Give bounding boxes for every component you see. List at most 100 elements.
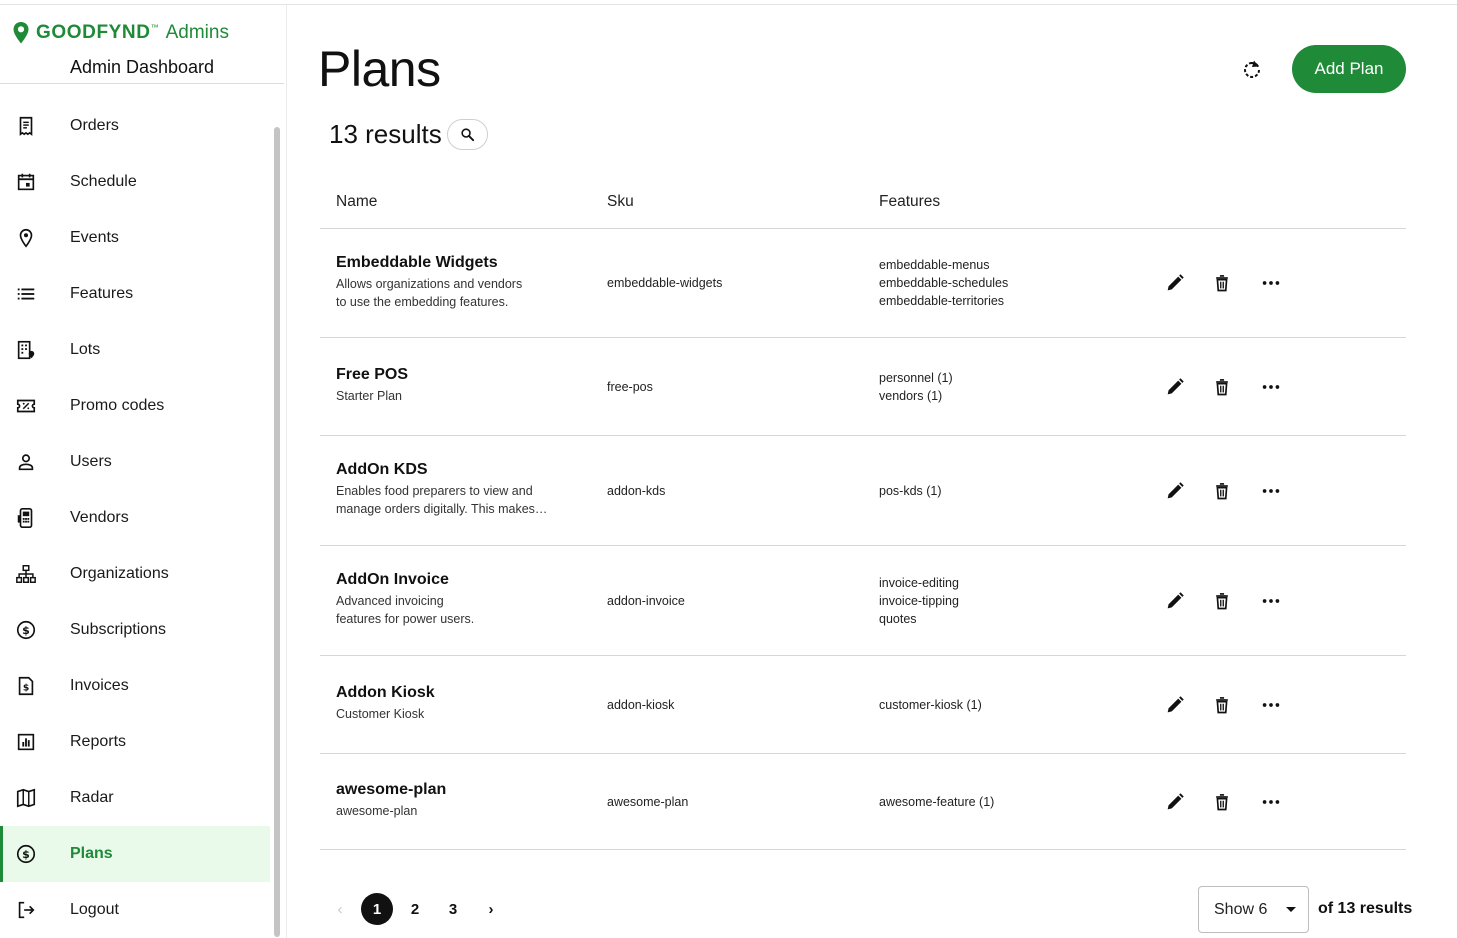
plan-feature: pos-kds (1) — [879, 484, 942, 498]
total-results-label: of 13 results — [1318, 900, 1413, 917]
sidebar-item-label: Organizations — [70, 565, 169, 582]
plan-description: Allows organizations and vendors to use t… — [336, 275, 561, 311]
results-count: 13 results — [329, 119, 442, 149]
sidebar-scrollbar[interactable] — [272, 123, 282, 938]
next-page-button[interactable]: › — [475, 893, 507, 925]
table-header: Name Sku Features — [320, 180, 1406, 229]
trash-icon[interactable] — [1210, 271, 1234, 295]
table-row[interactable]: awesome-plan awesome-plan awesome-plan awes… — [320, 754, 1406, 850]
person-icon — [15, 451, 37, 473]
page-size-select[interactable]: Show 6 — [1198, 886, 1309, 933]
sidebar-item-reports[interactable]: Reports — [0, 714, 270, 770]
map-pin-logo-icon — [13, 22, 29, 44]
list-icon — [15, 283, 37, 305]
more-options-icon[interactable] — [1259, 693, 1283, 717]
svg-text:$: $ — [22, 848, 30, 861]
trash-icon[interactable] — [1210, 589, 1234, 613]
sidebar-item-label: Schedule — [70, 173, 137, 190]
plan-sku: free-pos — [607, 380, 653, 394]
table-row[interactable]: AddOn Invoice Advanced invoicing features … — [320, 546, 1406, 656]
sidebar-item-users[interactable]: Users — [0, 434, 270, 490]
prev-page-button[interactable]: ‹ — [324, 893, 356, 925]
plan-name: AddOn Invoice — [336, 571, 449, 588]
sidebar-item-organizations[interactable]: Organizations — [0, 546, 270, 602]
org-chart-icon — [15, 563, 37, 585]
plan-description-line: Allows organizations and vendors — [336, 277, 523, 291]
sidebar-item-label: Radar — [70, 789, 114, 806]
plan-name-cell: Free POS Starter Plan — [336, 366, 561, 405]
plan-name: AddOn KDS — [336, 461, 428, 478]
sidebar-item-invoices[interactable]: $ Invoices — [0, 658, 270, 714]
plan-description-line: features for power users. — [336, 612, 475, 626]
search-button[interactable] — [447, 119, 488, 150]
edit-icon[interactable] — [1163, 271, 1187, 295]
sidebar-item-label: Vendors — [70, 509, 129, 526]
trash-icon[interactable] — [1210, 790, 1234, 814]
sidebar-item-label: Lots — [70, 341, 101, 358]
more-options-icon[interactable] — [1259, 271, 1283, 295]
brand-trademark: ™ — [150, 22, 159, 32]
page-3-button[interactable]: 3 — [437, 893, 469, 925]
page-1-button[interactable]: 1 — [361, 893, 393, 925]
column-header-sku[interactable]: Sku — [607, 193, 634, 211]
sidebar-item-events[interactable]: Events — [0, 210, 270, 266]
sidebar-item-vendors[interactable]: Vendors — [0, 490, 270, 546]
plan-description-line: Enables food preparers to view and — [336, 484, 533, 498]
sidebar-item-label: Orders — [70, 117, 119, 134]
table-row[interactable]: Free POS Starter Plan free-pos personnel (1… — [320, 338, 1406, 436]
page-2-button[interactable]: 2 — [399, 893, 431, 925]
plan-description-line: manage orders digitally. This makes… — [336, 502, 548, 516]
more-options-icon[interactable] — [1259, 589, 1283, 613]
plan-sku: addon-invoice — [607, 594, 685, 608]
logout-icon — [15, 899, 37, 921]
receipt-icon — [15, 115, 37, 137]
sidebar-item-lots[interactable]: Lots — [0, 322, 270, 378]
building-pin-icon — [15, 339, 37, 361]
sidebar-item-orders[interactable]: Orders — [0, 98, 270, 154]
column-header-features[interactable]: Features — [879, 193, 940, 211]
trash-icon[interactable] — [1210, 479, 1234, 503]
table-row[interactable]: Addon Kiosk Customer Kiosk addon-kiosk cust… — [320, 656, 1406, 754]
table-row[interactable]: AddOn KDS Enables food preparers to view … — [320, 436, 1406, 546]
sidebar: GOODFYND ™ Admins Admin Dashboard Orders… — [0, 5, 287, 938]
plan-features: pos-kds (1) — [879, 482, 942, 500]
plan-sku: addon-kiosk — [607, 698, 675, 712]
more-options-icon[interactable] — [1259, 790, 1283, 814]
more-options-icon[interactable] — [1259, 375, 1283, 399]
sidebar-item-label: Features — [70, 285, 134, 302]
table-row[interactable]: Embeddable Widgets Allows organizations a… — [320, 229, 1406, 338]
edit-icon[interactable] — [1163, 790, 1187, 814]
trash-icon[interactable] — [1210, 375, 1234, 399]
sidebar-item-radar[interactable]: Radar — [0, 770, 270, 826]
edit-icon[interactable] — [1163, 589, 1187, 613]
dollar-circle-icon: $ — [15, 843, 37, 865]
column-header-name[interactable]: Name — [336, 193, 377, 211]
edit-icon[interactable] — [1163, 693, 1187, 717]
plan-features: embeddable-menus embeddable-schedules embe… — [879, 256, 1008, 310]
plan-name-cell: awesome-plan awesome-plan — [336, 781, 561, 820]
plan-description: Enables food preparers to view and manage… — [336, 482, 561, 518]
sidebar-item-schedule[interactable]: Schedule — [0, 154, 270, 210]
edit-icon[interactable] — [1163, 479, 1187, 503]
plan-features: invoice-editing invoice-tipping quotes — [879, 574, 959, 628]
page-size-value: Show 6 — [1214, 900, 1268, 918]
plan-description-line: Customer Kiosk — [336, 707, 425, 721]
sidebar-item-subscriptions[interactable]: $ Subscriptions — [0, 602, 270, 658]
brand-subtitle: Admins — [165, 22, 229, 43]
plan-description-line: Starter Plan — [336, 389, 403, 403]
trash-icon[interactable] — [1210, 693, 1234, 717]
sidebar-item-features[interactable]: Features — [0, 266, 270, 322]
sidebar-item-label: Plans — [70, 845, 113, 862]
bar-chart-icon — [15, 731, 37, 753]
add-plan-button[interactable]: Add Plan — [1292, 45, 1406, 93]
sidebar-scrollbar-thumb[interactable] — [274, 127, 280, 937]
dashboard-title: Admin Dashboard — [69, 57, 215, 77]
sidebar-item-plans[interactable]: $ Plans — [0, 826, 270, 882]
more-options-icon[interactable] — [1259, 479, 1283, 503]
brand-logo: GOODFYND ™ Admins — [12, 19, 229, 47]
sidebar-item-logout[interactable]: Logout — [0, 882, 270, 938]
sidebar-item-promo-codes[interactable]: Promo codes — [0, 378, 270, 434]
refresh-icon[interactable] — [1240, 58, 1264, 82]
edit-icon[interactable] — [1163, 375, 1187, 399]
plan-feature: invoice-tipping — [879, 594, 959, 608]
